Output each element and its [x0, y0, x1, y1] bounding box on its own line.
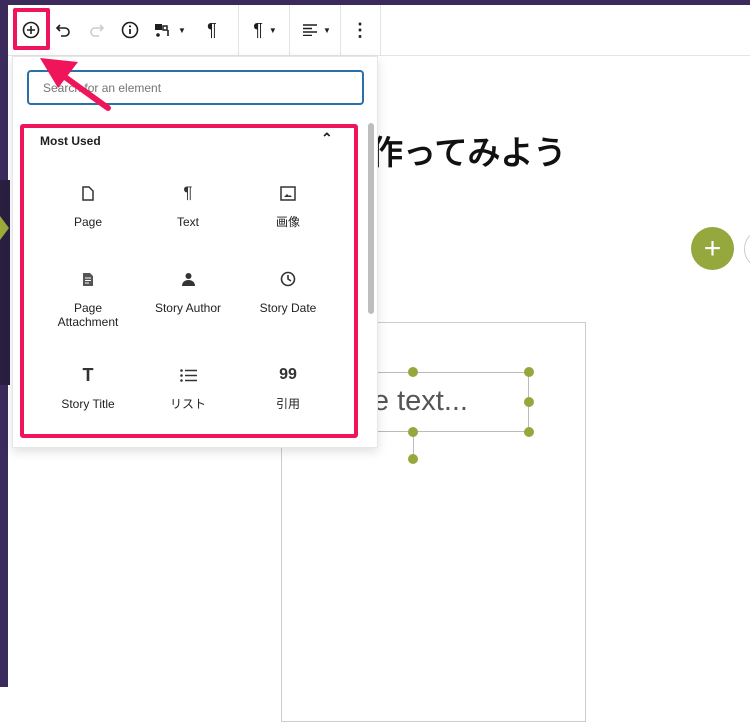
annotation-arrow-icon — [40, 58, 111, 111]
scrollbar[interactable] — [368, 123, 374, 314]
secondary-round-button[interactable] — [744, 229, 750, 269]
add-page-button[interactable]: + — [691, 227, 734, 270]
clock-icon — [280, 271, 296, 287]
divider — [340, 5, 341, 55]
title-icon: T — [82, 364, 94, 385]
paragraph-button[interactable]: ¶ — [200, 5, 224, 55]
text-placeholder: e text... — [372, 385, 468, 417]
block-item-image[interactable]: 画像 — [238, 182, 338, 229]
block-label: Text — [176, 215, 199, 229]
block-navigation-button[interactable]: ▼ — [152, 5, 188, 55]
block-item-quote[interactable]: 99 引用 — [238, 364, 338, 411]
attachment-icon — [83, 272, 93, 286]
block-label: Story Date — [259, 301, 317, 315]
block-label: 画像 — [275, 215, 300, 229]
chevron-up-icon[interactable]: ⌃ — [321, 130, 333, 147]
text-format-dropdown[interactable]: ¶ ▼ — [246, 5, 284, 55]
author-icon — [181, 272, 195, 286]
section-title: Most Used — [40, 134, 101, 148]
caret-down-icon: ▼ — [323, 25, 331, 35]
align-dropdown[interactable]: ▼ — [297, 5, 337, 55]
block-label: Story Author — [154, 301, 222, 315]
resize-handle[interactable] — [408, 367, 418, 377]
image-icon — [280, 185, 296, 201]
block-item-story-title[interactable]: T Story Title — [38, 364, 138, 412]
resize-handle[interactable] — [524, 427, 534, 437]
more-options-button[interactable]: ⋮ — [348, 5, 372, 55]
block-item-story-author[interactable]: Story Author — [138, 268, 238, 315]
divider — [238, 5, 239, 55]
left-frame-dark — [0, 180, 10, 385]
collapse-notch-icon[interactable] — [0, 216, 9, 240]
rotate-handle[interactable] — [408, 454, 418, 464]
quote-icon: 99 — [279, 366, 297, 383]
block-item-page-attachment[interactable]: Page Attachment — [38, 268, 138, 329]
divider — [380, 5, 381, 55]
divider — [289, 5, 290, 55]
block-label: 引用 — [275, 397, 300, 411]
caret-down-icon: ▼ — [178, 25, 186, 35]
blocks-icon — [155, 24, 169, 37]
resize-handle[interactable] — [524, 367, 534, 377]
pilcrow-icon: ¶ — [253, 19, 263, 40]
resize-handle[interactable] — [524, 397, 534, 407]
block-label: Story Title — [61, 397, 115, 411]
list-icon — [179, 368, 197, 382]
block-label: Page — [73, 215, 103, 229]
block-item-list[interactable]: リスト — [138, 364, 238, 411]
block-label: リスト — [169, 397, 206, 411]
caret-down-icon: ▼ — [268, 25, 277, 35]
block-label: Page Attachment — [57, 301, 119, 329]
page-icon — [82, 185, 94, 201]
resize-handle[interactable] — [408, 427, 418, 437]
block-item-story-date[interactable]: Story Date — [238, 268, 338, 315]
align-left-icon — [303, 24, 318, 36]
story-title-text[interactable]: 作ってみよう — [370, 126, 566, 174]
pilcrow-icon: ¶ — [183, 183, 193, 202]
block-item-text[interactable]: ¶ Text — [138, 182, 238, 229]
block-item-page[interactable]: Page — [38, 182, 138, 229]
